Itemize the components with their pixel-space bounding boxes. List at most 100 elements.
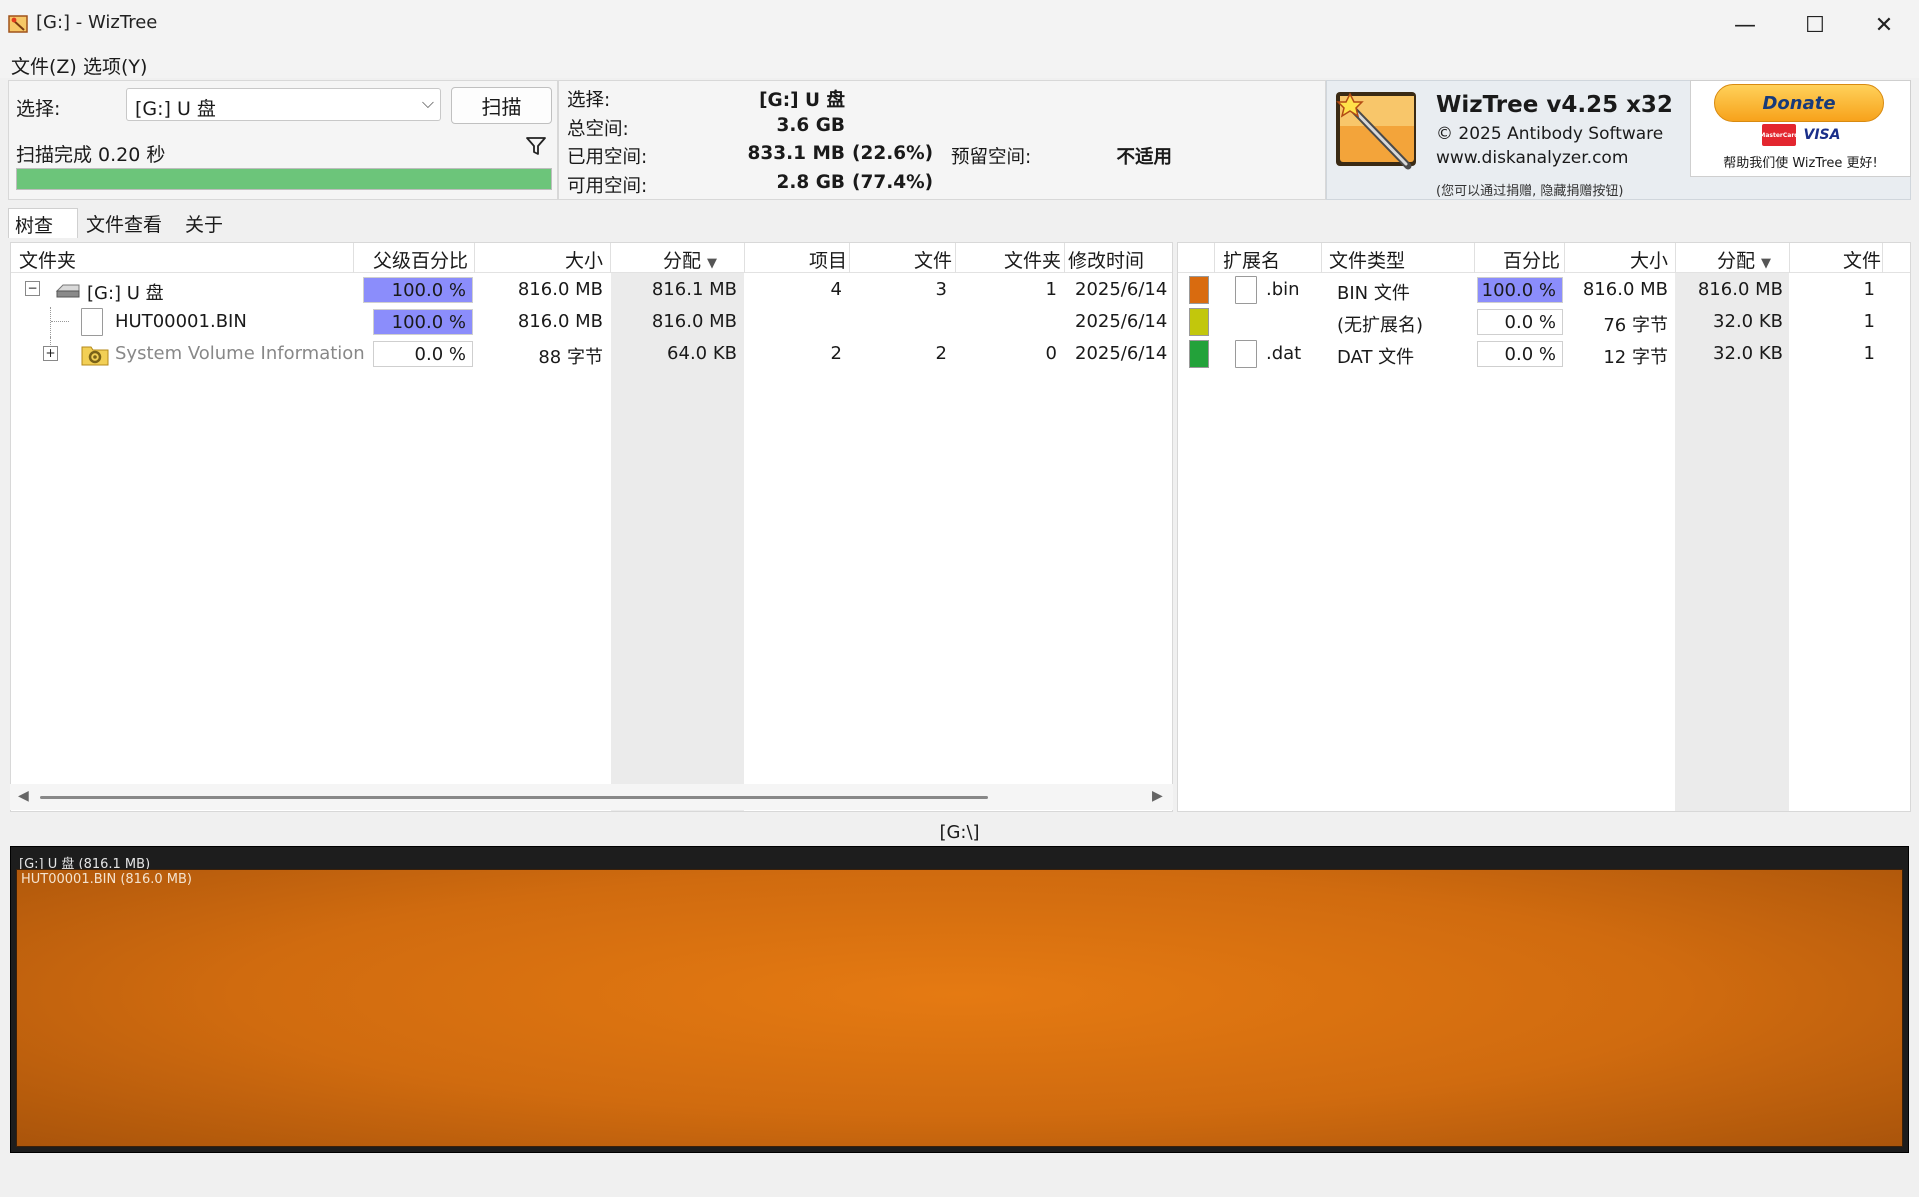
alloc-cell: 816.0 MB: [1697, 279, 1783, 300]
extension-row[interactable]: (无扩展名) 0.0 % 76 字节 32.0 KB 1: [1178, 307, 1910, 337]
size-cell: 816.0 MB: [1582, 279, 1668, 300]
col-folder[interactable]: 文件夹: [19, 246, 76, 272]
extension-cell: .bin: [1266, 279, 1300, 300]
col-divider[interactable]: [955, 243, 956, 273]
collapse-toggle[interactable]: −: [25, 281, 40, 296]
info-used-value: 833.1 MB: [747, 143, 845, 164]
col-file-type[interactable]: 文件类型: [1329, 246, 1405, 272]
size-cell: 12 字节: [1603, 347, 1668, 368]
col-percent[interactable]: 百分比: [1478, 246, 1560, 272]
col-modified[interactable]: 修改时间: [1068, 246, 1144, 272]
parent-percent-bar: 0.0 %: [373, 341, 473, 367]
extension-cell: .dat: [1266, 343, 1302, 364]
modified-cell: 2025/6/14 1: [1075, 279, 1172, 300]
tree-row[interactable]: − [G:] U 盘 100.0 % 816.0 MB 816.1 MB 4 3…: [11, 275, 1172, 305]
col-files[interactable]: 文件: [856, 246, 952, 272]
extension-row[interactable]: .dat DAT 文件 0.0 % 12 字节 32.0 KB 1: [1178, 339, 1910, 369]
extension-panel: 扩展名 文件类型 百分比 大小 分配 ▼ 文件 .bin BIN 文件 100.…: [1177, 242, 1911, 812]
files-cell: 1: [1863, 311, 1875, 332]
window-title: [G:] - WizTree: [36, 12, 158, 33]
tree-line: [50, 307, 51, 337]
col-divider[interactable]: [1321, 243, 1322, 273]
menu-bar: [0, 50, 1919, 78]
brand-note: (您可以通过捐赠, 隐藏捐赠按钮): [1436, 184, 1624, 199]
visa-icon: VISA: [1802, 124, 1842, 146]
scrollbar-thumb[interactable]: [40, 796, 988, 799]
col-size[interactable]: 大小: [1570, 246, 1668, 272]
files-cell: 3: [935, 279, 947, 300]
scan-status: 扫描完成 0.20 秒: [16, 144, 166, 166]
scan-button[interactable]: 扫描: [451, 87, 552, 124]
maximize-button[interactable]: ☐: [1780, 0, 1850, 50]
percent-bar: 0.0 %: [1477, 309, 1563, 335]
col-folders[interactable]: 文件夹: [961, 246, 1061, 272]
size-cell: 816.0 MB: [517, 279, 603, 300]
col-divider[interactable]: [744, 243, 745, 273]
info-total-label: 总空间:: [567, 119, 629, 140]
col-divider[interactable]: [1214, 243, 1215, 273]
files-cell: 2: [935, 343, 947, 364]
info-free-percent: (77.4%): [852, 172, 934, 193]
tab-file-view[interactable]: 文件查看: [80, 208, 168, 238]
menu-file[interactable]: 文件(Z): [11, 52, 77, 79]
col-alloc[interactable]: 分配 ▼: [1681, 246, 1771, 272]
treemap-file-label: HUT00001.BIN (816.0 MB): [21, 872, 192, 887]
scan-progress-bar: [16, 168, 552, 190]
info-reserved-label: 预留空间:: [951, 147, 1032, 168]
horizontal-scrollbar[interactable]: ◀ ▶: [10, 784, 1173, 810]
menu-options[interactable]: 选项(Y): [83, 52, 147, 79]
parent-percent-bar: 100.0 %: [373, 309, 473, 335]
filter-icon[interactable]: [524, 134, 548, 158]
folders-cell: 0: [1045, 343, 1057, 364]
col-alloc[interactable]: 分配 ▼: [617, 246, 717, 272]
tab-about[interactable]: 关于: [179, 208, 229, 238]
col-items[interactable]: 项目: [751, 246, 847, 272]
col-divider[interactable]: [1474, 243, 1475, 273]
tree-header: 文件夹 父级百分比 大小 分配 ▼ 项目 文件 文件夹 修改时间: [11, 243, 1172, 273]
col-divider[interactable]: [1882, 243, 1883, 273]
percent-text: 100.0 %: [391, 280, 466, 301]
tab-tree-view[interactable]: 树查看: [8, 208, 78, 264]
scroll-left-icon[interactable]: ◀: [18, 788, 29, 804]
alloc-cell: 32.0 KB: [1713, 311, 1783, 332]
folders-cell: 1: [1045, 279, 1057, 300]
col-divider[interactable]: [1064, 243, 1065, 273]
scroll-right-icon[interactable]: ▶: [1152, 788, 1163, 804]
select-label: 选择:: [16, 98, 61, 120]
donate-button[interactable]: Donate: [1714, 84, 1884, 122]
percent-bar: 0.0 %: [1477, 341, 1563, 367]
brand-title: WizTree v4.25 x32: [1436, 92, 1673, 118]
gear-folder-icon: [81, 346, 109, 366]
treemap-block-file[interactable]: HUT00001.BIN (816.0 MB): [16, 869, 1903, 1147]
extension-header: 扩展名 文件类型 百分比 大小 分配 ▼ 文件: [1178, 243, 1910, 273]
sort-desc-icon: ▼: [1761, 256, 1771, 271]
col-divider[interactable]: [610, 243, 611, 273]
col-divider[interactable]: [474, 243, 475, 273]
minimize-button[interactable]: —: [1710, 0, 1780, 50]
col-files[interactable]: 文件: [1795, 246, 1881, 272]
size-cell: 88 字节: [538, 347, 603, 368]
size-cell: 816.0 MB: [517, 311, 603, 332]
percent-text: 0.0 %: [1504, 344, 1556, 365]
col-extension[interactable]: 扩展名: [1223, 246, 1280, 272]
file-type-cell: (无扩展名): [1337, 315, 1424, 336]
treemap[interactable]: [G:] U 盘 (816.1 MB) HUT00001.BIN (816.0 …: [10, 846, 1909, 1153]
tree-row[interactable]: + System Volume Information 0.0 % 88 字节 …: [11, 337, 1172, 369]
alloc-cell: 64.0 KB: [667, 343, 737, 364]
col-divider[interactable]: [849, 243, 850, 273]
info-used-label: 已用空间:: [567, 147, 648, 168]
close-button[interactable]: ✕: [1849, 0, 1919, 50]
current-path: [G:\]: [939, 822, 980, 843]
drive-select[interactable]: [G:] U 盘 ⌵: [126, 88, 441, 121]
col-parent-percent[interactable]: 父级百分比: [373, 246, 468, 272]
col-divider[interactable]: [353, 243, 354, 273]
extension-row[interactable]: .bin BIN 文件 100.0 % 816.0 MB 816.0 MB 1: [1178, 275, 1910, 305]
col-divider[interactable]: [1789, 243, 1790, 273]
app-icon: [8, 15, 28, 33]
brand-url-link[interactable]: www.diskanalyzer.com: [1436, 148, 1628, 168]
expand-toggle[interactable]: +: [43, 346, 58, 361]
col-divider[interactable]: [1564, 243, 1565, 273]
tree-row[interactable]: HUT00001.BIN 100.0 % 816.0 MB 816.0 MB 2…: [11, 307, 1172, 337]
col-divider[interactable]: [1675, 243, 1676, 273]
col-size[interactable]: 大小: [481, 246, 603, 272]
